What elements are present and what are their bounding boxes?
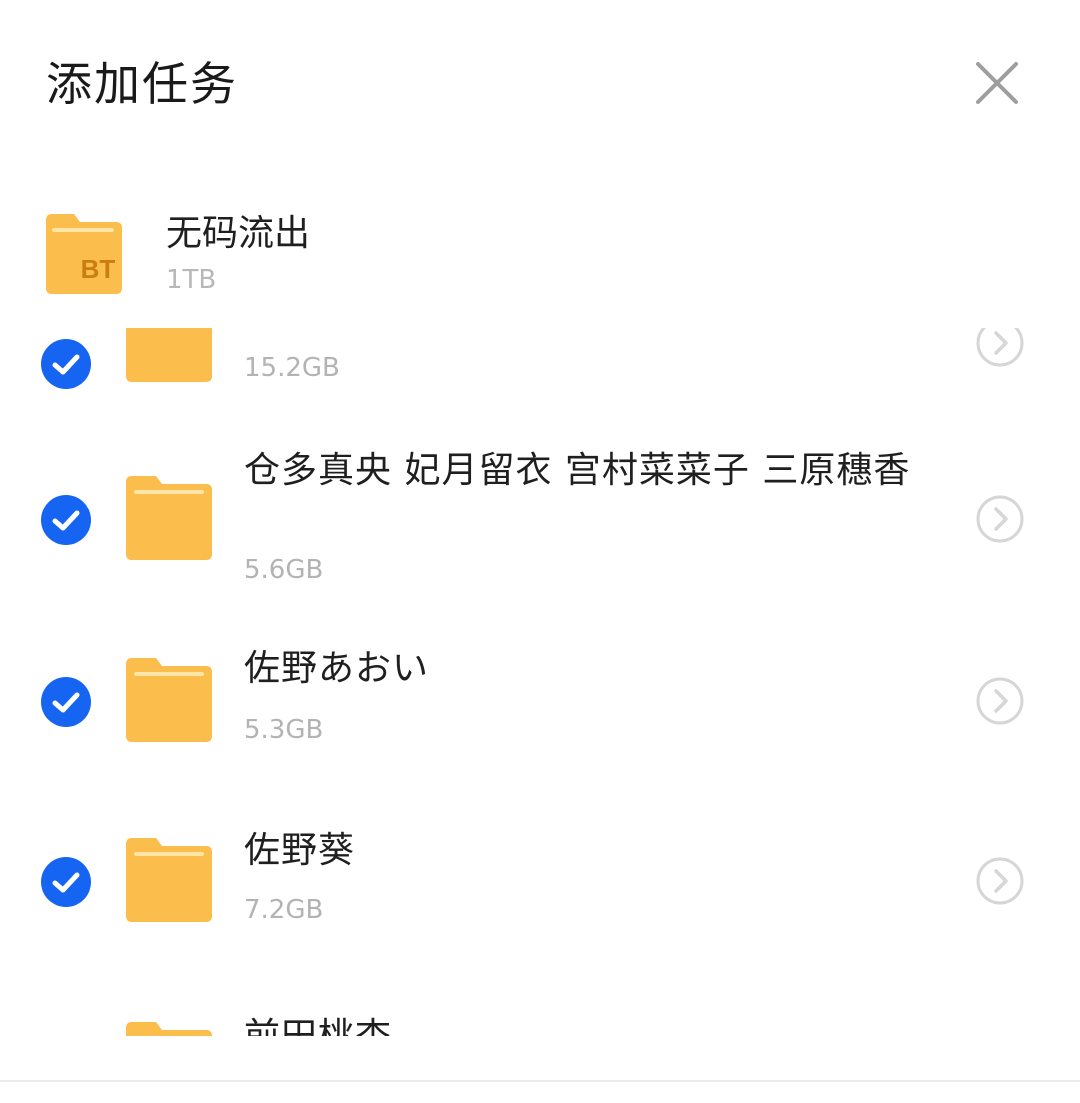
- add-task-sheet: 添加任务 BT 无码流出 1TB 15.2GB 仓多真央 妃月留衣 宫村菜菜子 …: [0, 0, 1080, 1103]
- bt-badge-text: BT: [81, 254, 116, 284]
- folder-icon: [126, 328, 212, 382]
- bt-folder-icon: BT: [44, 214, 122, 294]
- check-circle-icon: [41, 339, 91, 389]
- list-item[interactable]: 15.2GB: [0, 328, 1080, 418]
- folder-icon: [126, 1022, 212, 1036]
- item-size: 5.3GB: [244, 715, 324, 745]
- chevron-right-icon: [976, 677, 1024, 725]
- folder-icon: [126, 476, 212, 560]
- parent-folder-row: BT 无码流出 1TB: [0, 200, 1080, 310]
- item-name: 佐野あおい: [244, 648, 430, 689]
- sheet-title: 添加任务: [46, 57, 238, 111]
- chevron-right-button[interactable]: [975, 494, 1025, 544]
- checkbox-checked[interactable]: [40, 494, 92, 546]
- folder-icon: [126, 838, 212, 922]
- item-name: 仓多真央 妃月留衣 宫村菜菜子 三原穗香: [244, 450, 911, 491]
- folder-icon: [126, 658, 212, 742]
- list-item[interactable]: 佐野あおい 5.3GB: [0, 646, 1080, 766]
- check-circle-icon: [41, 857, 91, 907]
- chevron-right-icon: [976, 857, 1024, 905]
- chevron-right-button[interactable]: [975, 676, 1025, 726]
- check-circle-icon: [41, 677, 91, 727]
- checkbox-checked[interactable]: [40, 676, 92, 728]
- close-button[interactable]: [970, 56, 1024, 110]
- item-size: 7.2GB: [244, 895, 324, 925]
- checkbox-checked[interactable]: [40, 856, 92, 908]
- check-circle-icon: [41, 495, 91, 545]
- parent-folder-name: 无码流出: [166, 213, 311, 254]
- item-size: 15.2GB: [244, 353, 340, 383]
- bottom-divider: [0, 1080, 1080, 1082]
- item-size: 5.6GB: [244, 555, 324, 585]
- parent-folder-size: 1TB: [166, 265, 217, 295]
- chevron-right-button[interactable]: [975, 856, 1025, 906]
- file-list[interactable]: 15.2GB 仓多真央 妃月留衣 宫村菜菜子 三原穗香 5.6GB 佐野あおい …: [0, 328, 1080, 1036]
- close-icon: [976, 62, 1018, 104]
- chevron-right-icon: [976, 328, 1024, 367]
- item-name: 前田桃杏: [244, 1014, 934, 1036]
- checkbox-checked[interactable]: [40, 338, 92, 390]
- item-name: 佐野葵: [244, 830, 356, 871]
- chevron-right-button[interactable]: [975, 328, 1025, 368]
- list-item[interactable]: 佐野葵 7.2GB: [0, 828, 1080, 948]
- chevron-right-icon: [976, 495, 1024, 543]
- list-item[interactable]: 仓多真央 妃月留衣 宫村菜菜子 三原穗香 5.6GB: [0, 448, 1080, 618]
- list-item[interactable]: 前田桃杏: [0, 1014, 1080, 1036]
